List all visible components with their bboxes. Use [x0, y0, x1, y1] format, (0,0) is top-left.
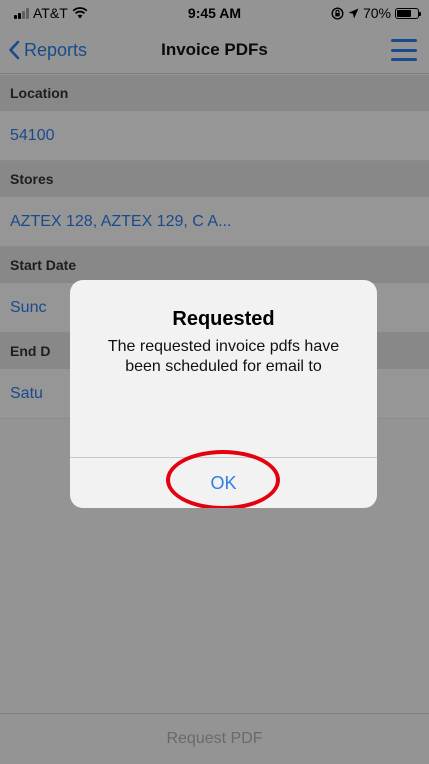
alert-dialog: Requested The requested invoice pdfs hav… — [70, 280, 377, 508]
alert-body: Requested The requested invoice pdfs hav… — [70, 280, 377, 457]
phone-screen: AT&T 9:45 AM 70% Reports Invoice PDFs Lo… — [0, 0, 429, 764]
alert-title: Requested — [172, 308, 275, 330]
ok-button-label: OK — [210, 472, 237, 493]
ok-button[interactable]: OK — [70, 450, 377, 508]
alert-message: The requested invoice pdfs have been sch… — [107, 338, 340, 375]
